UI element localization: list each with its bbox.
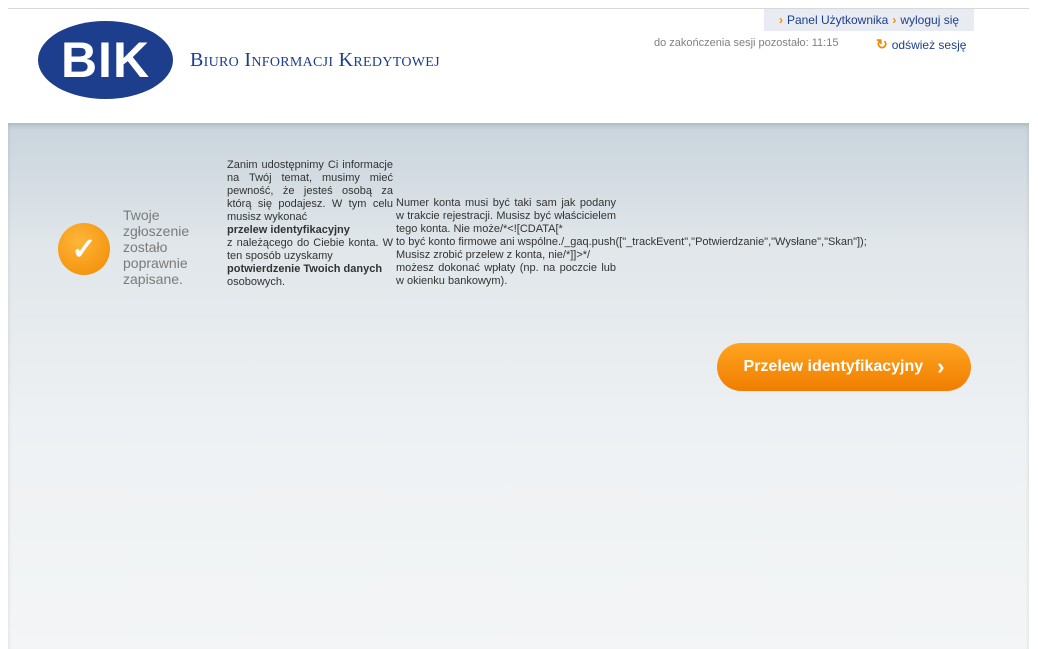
info-text: z należącego do Ciebie konta. W ten spos… bbox=[227, 237, 393, 262]
panel-link[interactable]: Panel Użytkownika bbox=[787, 13, 888, 27]
info-bold: przelew identyfikacyjny bbox=[227, 224, 350, 236]
account-info: Numer konta musi być taki sam jak podany… bbox=[396, 197, 616, 235]
logo-text: BIK bbox=[60, 32, 151, 88]
main-content: ✓ Twoje zgłoszenie zostało poprawnie zap… bbox=[8, 123, 1029, 649]
refresh-icon: ↻ bbox=[876, 36, 888, 52]
check-circle-icon: ✓ bbox=[58, 223, 110, 275]
info-text: osobowych. bbox=[227, 276, 286, 288]
page-frame: BIK Biuro Informacji Kredytowej › Panel … bbox=[8, 8, 1029, 649]
transfer-button-label: Przelew identyfikacyjny bbox=[743, 358, 924, 375]
refresh-label: odśwież sesję bbox=[891, 37, 967, 52]
info-column-2: Numer konta musi być taki sam jak podany… bbox=[396, 197, 867, 288]
info-text: Zanim udostępnimy Ci informacje na Twój … bbox=[227, 159, 393, 223]
account-info: to być konto firmowe ani wspólne./_gaq.p… bbox=[396, 236, 867, 248]
bik-logo[interactable]: BIK bbox=[38, 21, 173, 99]
transfer-button[interactable]: Przelew identyfikacyjny › bbox=[717, 343, 971, 391]
status-message: Twoje zgłoszenie zostało poprawnie zapis… bbox=[123, 207, 190, 287]
logout-link[interactable]: wyloguj się bbox=[900, 13, 959, 27]
top-nav: › Panel Użytkownika › wyloguj się bbox=[764, 9, 974, 31]
info-column-1: Zanim udostępnimy Ci informacje na Twój … bbox=[227, 159, 393, 289]
chevron-right-icon: › bbox=[937, 354, 945, 379]
chevron-right-icon: › bbox=[892, 13, 897, 27]
header: BIK Biuro Informacji Kredytowej › Panel … bbox=[8, 9, 1029, 123]
account-info: możesz dokonać wpłaty (np. na poczcie lu… bbox=[396, 262, 616, 287]
session-timer: do zakończenia sesji pozostało: 11:15 bbox=[654, 37, 839, 49]
account-info: Musisz zrobić przelew z konta, nie/*]]>*… bbox=[396, 249, 591, 261]
company-name: Biuro Informacji Kredytowej bbox=[190, 49, 440, 71]
refresh-session-link[interactable]: ↻ odśwież sesję bbox=[876, 36, 966, 53]
info-bold: potwierdzenie Twoich danych bbox=[227, 263, 383, 275]
chevron-right-icon: › bbox=[778, 13, 783, 27]
